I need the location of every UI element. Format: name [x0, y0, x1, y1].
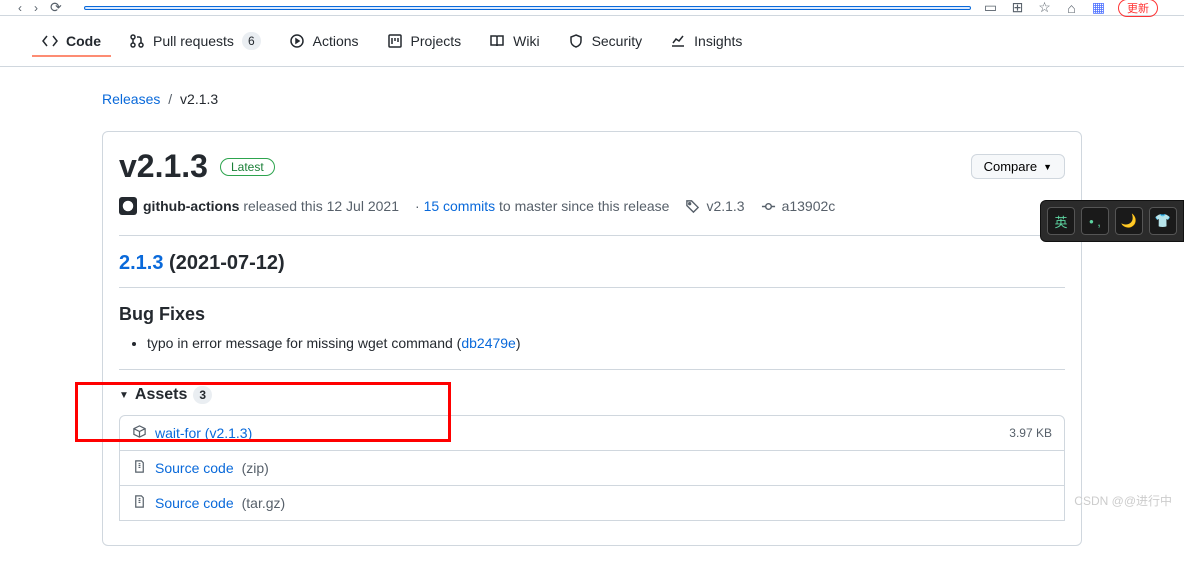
- breadcrumb-sep: /: [168, 91, 172, 107]
- asset-ext: (zip): [242, 460, 269, 476]
- asset-link[interactable]: Source code: [155, 495, 234, 511]
- counter-badge: 6: [242, 32, 261, 50]
- tab-label: Actions: [313, 33, 359, 49]
- shield-icon: [568, 33, 584, 49]
- latest-badge: Latest: [220, 158, 275, 176]
- star-icon[interactable]: ☆: [1037, 0, 1052, 15]
- caret-down-icon: ▼: [119, 390, 129, 401]
- tag-name[interactable]: v2.1.3: [706, 198, 744, 214]
- update-badge[interactable]: 更新: [1118, 0, 1158, 17]
- asset-size: 3.97 KB: [1009, 426, 1052, 440]
- ime-moon[interactable]: 🌙: [1115, 207, 1143, 235]
- divider: [119, 369, 1065, 370]
- divider: [119, 287, 1065, 288]
- forward-icon[interactable]: ›: [34, 1, 38, 15]
- tab-label: Security: [592, 33, 643, 49]
- app-icon-2[interactable]: ▦: [1091, 0, 1106, 15]
- bugfix-list: typo in error message for missing wget c…: [119, 335, 1065, 351]
- assets-list: wait-for (v2.1.3) 3.97 KB Source code (zip…: [119, 415, 1065, 521]
- tab-label: Projects: [411, 33, 462, 49]
- release-title: v2.1.3: [119, 148, 208, 185]
- tab-label: Wiki: [513, 33, 539, 49]
- tab-wiki[interactable]: Wiki: [479, 25, 549, 57]
- commit-icon: [761, 199, 776, 214]
- tab-code[interactable]: Code: [32, 25, 111, 57]
- tag-icon: [685, 199, 700, 214]
- graph-icon: [670, 33, 686, 49]
- compare-label: Compare: [984, 159, 1037, 174]
- code-icon: [42, 33, 58, 49]
- assets-count: 3: [193, 386, 212, 404]
- ime-punct[interactable]: • ,: [1081, 207, 1109, 235]
- project-icon: [387, 33, 403, 49]
- asset-link[interactable]: wait-for (v2.1.3): [155, 425, 252, 441]
- book-icon: [489, 33, 505, 49]
- chevron-down-icon: ▼: [1043, 162, 1052, 172]
- released-text: released this 12 Jul 2021: [239, 198, 399, 214]
- app-icon-1[interactable]: ⌂: [1064, 0, 1079, 15]
- breadcrumb-current: v2.1.3: [180, 91, 218, 107]
- ime-shirt[interactable]: 👕: [1149, 207, 1177, 235]
- tab-actions[interactable]: Actions: [279, 25, 369, 57]
- asset-row: wait-for (v2.1.3) 3.97 KB: [119, 415, 1065, 451]
- release-header: v2.1.3 Latest Compare ▼: [119, 148, 1065, 185]
- translate-icon[interactable]: ⊞: [1010, 0, 1025, 15]
- commits-suffix: to master since this release: [495, 198, 669, 214]
- tab-label: Insights: [694, 33, 742, 49]
- bugfixes-heading: Bug Fixes: [119, 304, 1065, 325]
- breadcrumb-releases[interactable]: Releases: [102, 91, 160, 107]
- reader-icon[interactable]: ▭: [983, 0, 998, 15]
- assets-toggle[interactable]: ▼ Assets 3: [119, 386, 1065, 404]
- asset-row: Source code (zip): [119, 450, 1065, 486]
- tab-security[interactable]: Security: [558, 25, 653, 57]
- browser-chrome: ‹ › ⟳ ▭ ⊞ ☆ ⌂ ▦ 更新: [0, 0, 1184, 16]
- author-avatar[interactable]: [119, 197, 137, 215]
- main-container: Releases / v2.1.3 v2.1.3 Latest Compare …: [86, 67, 1098, 570]
- version-link[interactable]: 2.1.3: [119, 252, 163, 274]
- pull-request-icon: [129, 33, 145, 49]
- commit-sha[interactable]: a13902c: [782, 198, 836, 214]
- package-icon: [132, 424, 147, 442]
- commit-link[interactable]: db2479e: [461, 335, 516, 351]
- divider: [119, 235, 1065, 236]
- asset-link[interactable]: Source code: [155, 460, 234, 476]
- watermark: CSDN @@进行中: [1074, 492, 1172, 509]
- zip-icon: [132, 494, 147, 512]
- play-icon: [289, 33, 305, 49]
- tab-insights[interactable]: Insights: [660, 25, 752, 57]
- asset-row: Source code (tar.gz): [119, 485, 1065, 521]
- release-meta: github-actions released this 12 Jul 2021…: [119, 197, 1065, 215]
- back-icon[interactable]: ‹: [18, 1, 22, 15]
- release-box: v2.1.3 Latest Compare ▼ github-actions r…: [102, 131, 1082, 546]
- reload-icon[interactable]: ⟳: [50, 0, 62, 16]
- author-name[interactable]: github-actions: [143, 198, 239, 214]
- repo-tabs: Code Pull requests 6 Actions Projects Wi…: [0, 16, 1184, 67]
- tab-projects[interactable]: Projects: [377, 25, 472, 57]
- zip-icon: [132, 459, 147, 477]
- compare-button[interactable]: Compare ▼: [971, 154, 1065, 179]
- ime-toolbar[interactable]: 英 • , 🌙 👕: [1040, 200, 1184, 242]
- url-bar[interactable]: [84, 6, 971, 10]
- asset-ext: (tar.gz): [242, 495, 286, 511]
- tab-pull-requests[interactable]: Pull requests 6: [119, 24, 271, 58]
- version-date: (2021-07-12): [163, 252, 284, 274]
- bugfix-item: typo in error message for missing wget c…: [147, 335, 1065, 351]
- breadcrumb: Releases / v2.1.3: [102, 91, 1082, 107]
- tab-label: Pull requests: [153, 33, 234, 49]
- ime-lang[interactable]: 英: [1047, 207, 1075, 235]
- changelog-heading: 2.1.3 (2021-07-12): [119, 252, 1065, 275]
- commits-link[interactable]: 15 commits: [424, 198, 496, 214]
- tab-label: Code: [66, 33, 101, 49]
- assets-label: Assets: [135, 386, 187, 404]
